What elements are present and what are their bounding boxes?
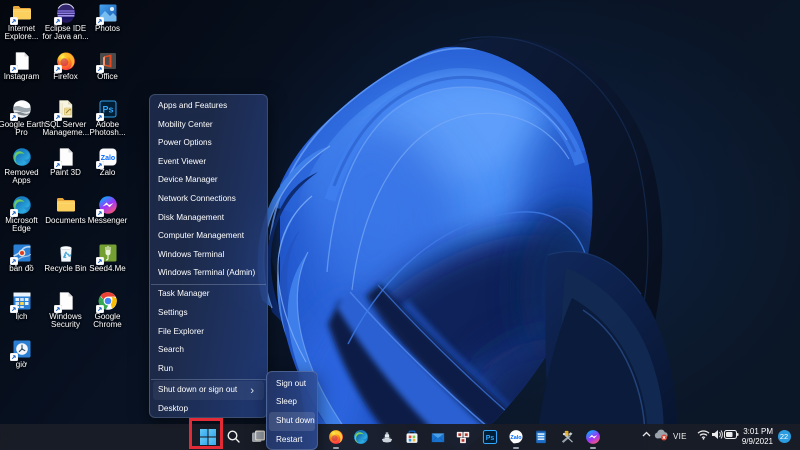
svg-text:Ps: Ps <box>486 435 495 442</box>
svg-text:Ps: Ps <box>102 105 113 115</box>
svg-text:Zalo: Zalo <box>510 435 522 441</box>
